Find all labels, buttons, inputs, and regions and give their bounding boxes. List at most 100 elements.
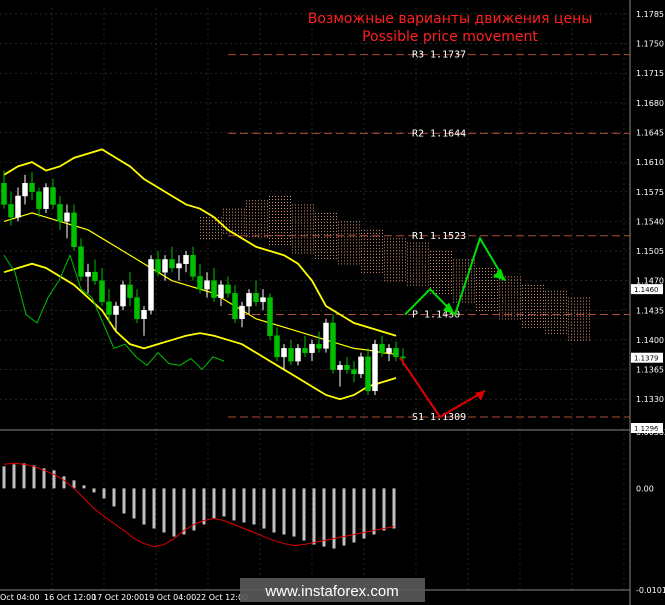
cloud-dot (327, 233, 328, 235)
cloud-dot (396, 265, 397, 267)
cloud-dot (485, 270, 486, 272)
cloud-dot (232, 223, 233, 225)
cloud-dot (583, 297, 584, 299)
cloud-dot (387, 265, 388, 267)
cloud-dot (324, 242, 325, 244)
cloud-dot (373, 268, 374, 270)
cloud-dot (292, 219, 293, 221)
cloud-dot (287, 195, 288, 197)
cloud-dot (399, 265, 400, 267)
cloud-dot (416, 260, 417, 262)
cloud-dot (281, 240, 282, 242)
cloud-dot (336, 218, 337, 220)
cloud-dot (267, 233, 268, 235)
cloud-dot (393, 259, 394, 261)
cloud-dot (313, 213, 314, 215)
cloud-dot (543, 311, 544, 313)
cloud-dot (465, 298, 466, 300)
cloud-dot (528, 305, 529, 307)
watermark-banner[interactable]: www.instaforex.com (240, 578, 425, 602)
cloud-dot (428, 248, 429, 250)
cloud-dot (336, 227, 337, 229)
cloud-dot (442, 266, 443, 268)
cloud-dot (272, 243, 273, 245)
cloud-dot (476, 288, 477, 290)
cloud-dot (399, 268, 400, 270)
cloud-dot (347, 239, 348, 241)
cloud-dot (304, 216, 305, 218)
cloud-dot (356, 227, 357, 229)
cloud-dot (284, 237, 285, 239)
cloud-dot (508, 312, 509, 314)
cloud-dot (494, 279, 495, 281)
cloud-dot (318, 245, 319, 247)
cloud-dot (508, 282, 509, 284)
cloud-dot (522, 299, 523, 301)
cloud-dot (246, 209, 247, 211)
cloud-dot (465, 301, 466, 303)
cloud-dot (525, 308, 526, 310)
cloud-dot (295, 210, 296, 212)
cloud-dot (212, 223, 213, 225)
cloud-dot (488, 282, 489, 284)
cloud-dot (474, 265, 475, 267)
cloud-dot (298, 228, 299, 230)
cloud-dot (436, 257, 437, 259)
candle-body (295, 348, 301, 362)
cloud-dot (448, 254, 449, 256)
cloud-dot (511, 303, 512, 305)
cloud-dot (390, 241, 391, 243)
cloud-dot (269, 243, 270, 245)
cloud-dot (436, 293, 437, 295)
cloud-dot (580, 309, 581, 311)
cloud-dot (292, 207, 293, 209)
cloud-dot (485, 300, 486, 302)
cloud-dot (471, 295, 472, 297)
cloud-dot (511, 285, 512, 287)
cloud-dot (574, 321, 575, 323)
cloud-dot (488, 291, 489, 293)
cloud-dot (459, 259, 460, 261)
cloud-dot (537, 293, 538, 295)
cloud-dot (235, 208, 236, 210)
cloud-dot (275, 210, 276, 212)
cloud-dot (341, 248, 342, 250)
price-chart[interactable]: R3 1.1737R2 1.1644R1 1.1523P 1.1430S1 1.… (0, 0, 665, 605)
macd-bar (52, 470, 56, 489)
cloud-dot (543, 323, 544, 325)
watermark-link[interactable]: www.instaforex.com (264, 583, 398, 600)
cloud-dot (459, 283, 460, 285)
cloud-dot (571, 321, 572, 323)
cloud-dot (275, 222, 276, 224)
cloud-dot (387, 262, 388, 264)
cloud-dot (304, 219, 305, 221)
cloud-dot (215, 226, 216, 228)
cloud-dot (344, 221, 345, 223)
cloud-dot (442, 293, 443, 295)
cloud-dot (290, 219, 291, 221)
cloud-dot (307, 246, 308, 248)
cloud-dot (520, 294, 521, 296)
cloud-dot (419, 257, 420, 259)
cloud-dot (520, 282, 521, 284)
cloud-dot (304, 231, 305, 233)
pivot-label: S1 1.1309 (412, 412, 466, 423)
macd-bar (42, 468, 46, 489)
cloud-dot (379, 268, 380, 270)
cloud-dot (520, 285, 521, 287)
cloud-dot (298, 249, 299, 251)
cloud-dot (451, 272, 452, 274)
cloud-dot (376, 262, 377, 264)
cloud-dot (396, 268, 397, 270)
cloud-dot (422, 245, 423, 247)
cloud-dot (540, 290, 541, 292)
cloud-dot (488, 306, 489, 308)
cloud-dot (235, 220, 236, 222)
cloud-dot (416, 269, 417, 271)
cloud-dot (387, 241, 388, 243)
cloud-dot (416, 281, 417, 283)
cloud-dot (445, 290, 446, 292)
candle-body (29, 183, 35, 192)
cloud-dot (566, 296, 567, 298)
cloud-dot (402, 277, 403, 279)
